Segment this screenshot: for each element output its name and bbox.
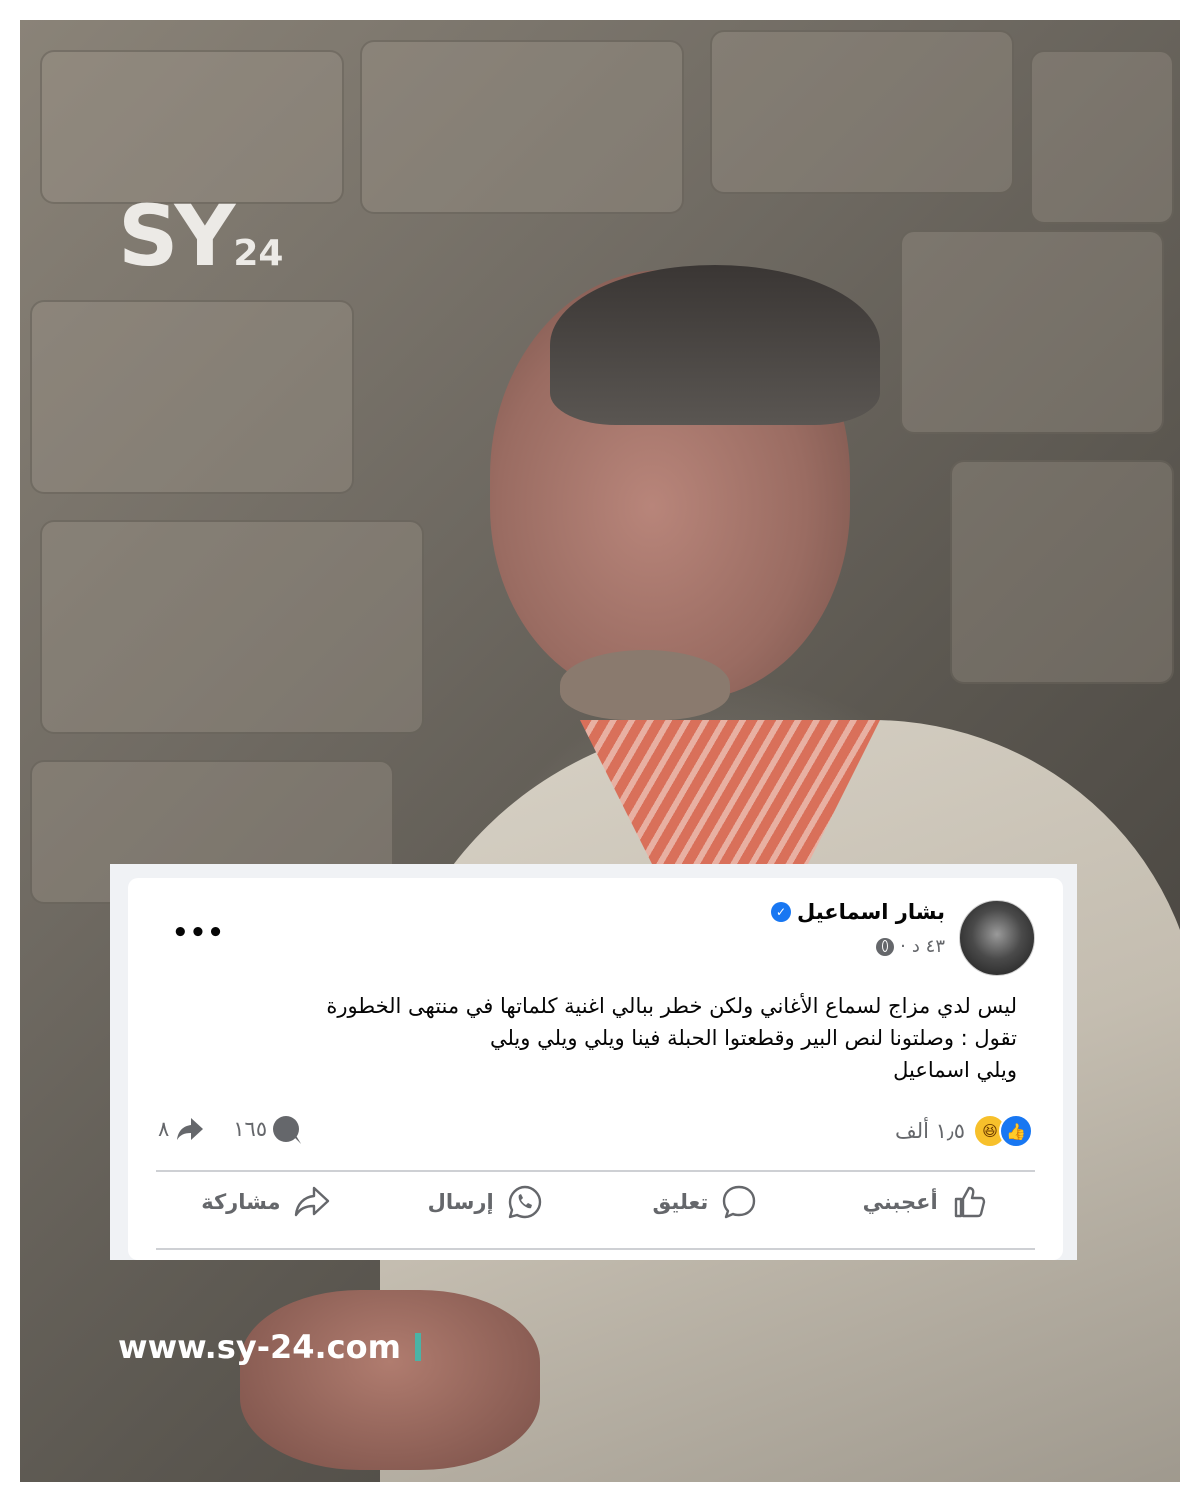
engagement-counts: 👍 😆 ١٫٥ ألف ١٦٥ ٨	[156, 1114, 1035, 1154]
stone-block	[710, 30, 1014, 194]
person-hair	[550, 265, 880, 425]
like-button[interactable]: أعجبني	[815, 1172, 1035, 1232]
send-button[interactable]: إرسال	[376, 1172, 596, 1232]
author-avatar[interactable]	[959, 900, 1035, 976]
share-arrow-icon	[177, 1118, 204, 1140]
comments-count-item[interactable]: ١٦٥	[233, 1116, 300, 1142]
stone-block	[1030, 50, 1174, 224]
post-time[interactable]: ٤٣ د	[912, 936, 945, 957]
shares-count: ٨	[158, 1117, 170, 1141]
logo-text: SY	[118, 187, 235, 285]
comment-share-counts: ١٦٥ ٨	[158, 1116, 300, 1142]
stone-block	[360, 40, 684, 214]
site-url-watermark: www.sy-24.com	[118, 1328, 421, 1366]
shares-count-item[interactable]: ٨	[158, 1116, 205, 1142]
like-icon: 👍	[999, 1114, 1033, 1148]
stone-block	[40, 50, 344, 204]
stone-block	[30, 300, 354, 494]
more-options-button[interactable]: •••	[172, 918, 225, 948]
globe-icon	[876, 937, 895, 956]
comment-bubble-icon	[273, 1116, 300, 1142]
post-text-line: ليس لدي مزاج لسماع الأغاني ولكن خطر ببال…	[326, 994, 1017, 1018]
stone-block	[900, 230, 1164, 434]
divider	[156, 1248, 1035, 1250]
verified-badge-icon: ✓	[770, 902, 791, 922]
separator-dot: ·	[900, 936, 906, 957]
thumbs-up-icon	[954, 1186, 985, 1218]
author-name[interactable]: بشار اسماعيل	[797, 900, 945, 924]
post-text-line: تقول : وصلتونا لنص البير وقطعتوا الحبلة …	[489, 1026, 1017, 1050]
action-bar: أعجبني تعليق إرسال مشاركة	[156, 1172, 1035, 1232]
comments-count: ١٦٥	[233, 1117, 268, 1141]
stone-block	[40, 520, 424, 734]
share-icon	[294, 1186, 329, 1217]
comment-button-label: تعليق	[652, 1190, 709, 1214]
whatsapp-icon	[508, 1185, 541, 1219]
post-card: بشار اسماعيل ✓ ٤٣ د · ••• ليس لدي مزاج ل…	[128, 878, 1063, 1260]
sy24-logo: SY 24	[118, 187, 284, 285]
reactions-count: ١٫٥ ألف	[894, 1119, 965, 1143]
reactions-summary[interactable]: 👍 😆 ١٫٥ ألف	[895, 1114, 1033, 1148]
logo-number: 24	[233, 233, 284, 274]
post-text-line: ويلي اسماعيل	[893, 1058, 1017, 1082]
person-hands	[240, 1290, 540, 1470]
send-button-label: إرسال	[427, 1190, 494, 1214]
stone-block	[950, 460, 1174, 684]
share-button-label: مشاركة	[201, 1190, 281, 1214]
facebook-post-screenshot: بشار اسماعيل ✓ ٤٣ د · ••• ليس لدي مزاج ل…	[110, 864, 1077, 1260]
author-line: بشار اسماعيل ✓	[770, 900, 945, 924]
post-text: ليس لدي مزاج لسماع الأغاني ولكن خطر ببال…	[172, 990, 1017, 1086]
comment-icon	[723, 1185, 756, 1219]
share-button[interactable]: مشاركة	[156, 1172, 376, 1232]
like-button-label: أعجبني	[862, 1190, 938, 1214]
post-meta: ٤٣ د ·	[876, 936, 945, 957]
comment-button[interactable]: تعليق	[596, 1172, 816, 1232]
url-accent-bar	[414, 1333, 421, 1361]
site-url-text: www.sy-24.com	[118, 1328, 401, 1366]
person-mustache	[560, 650, 730, 720]
